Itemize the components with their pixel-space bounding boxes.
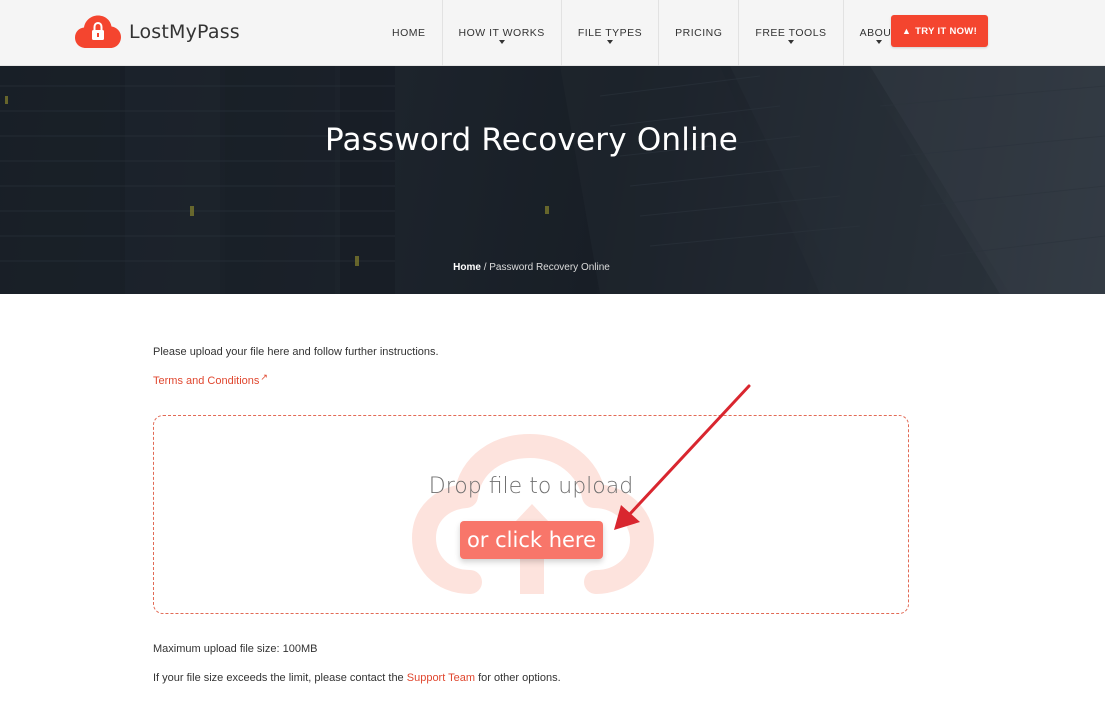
cloud-upload-icon	[412, 434, 654, 594]
page-title: Password Recovery Online	[324, 122, 739, 158]
nav-pricing-label: PRICING	[675, 27, 723, 39]
breadcrumb: Home / Password Recovery Online	[0, 262, 1063, 273]
external-link-icon: ↗	[260, 372, 268, 382]
breadcrumb-current: Password Recovery Online	[489, 262, 610, 273]
nav-pricing[interactable]: PRICING	[658, 0, 738, 66]
file-dropzone[interactable]: Drop file to upload or click here	[153, 415, 909, 614]
breadcrumb-separator: /	[480, 262, 490, 273]
terms-link[interactable]: Terms and Conditions↗	[153, 372, 268, 387]
nav-how-it-works[interactable]: HOW IT WORKS	[441, 0, 561, 66]
caret-down-icon	[606, 40, 613, 44]
click-here-button[interactable]: or click here	[460, 521, 603, 559]
max-upload-size: Maximum upload file size: 100MB	[153, 643, 318, 655]
lock-icon: ▲	[901, 26, 912, 36]
nav-file-types-label: FILE TYPES	[577, 27, 643, 39]
caret-down-icon	[498, 40, 505, 44]
try-it-now-label: TRY IT NOW!	[915, 25, 978, 37]
limit-prefix: If your file size exceeds the limit, ple…	[153, 672, 407, 684]
logo-link[interactable]: LostMyPass	[75, 14, 240, 50]
upload-instructions: Please upload your file here and follow …	[153, 346, 439, 358]
caret-down-icon	[875, 40, 882, 44]
terms-link-label: Terms and Conditions	[153, 375, 260, 387]
nav-home-label: HOME	[392, 27, 426, 39]
limit-suffix: for other options.	[475, 672, 561, 684]
brand-name: LostMyPass	[129, 21, 240, 43]
nav-file-types[interactable]: FILE TYPES	[560, 0, 658, 66]
site-header: LostMyPass HOME HOW IT WORKS FILE TYPES …	[0, 0, 1105, 66]
nav-free-tools-label: FREE TOOLS	[755, 27, 827, 39]
cloud-lock-icon	[75, 15, 121, 48]
hero-banner: Password Recovery Online Home / Password…	[0, 66, 1105, 294]
breadcrumb-home-link[interactable]: Home	[453, 262, 481, 273]
nav-home[interactable]: HOME	[376, 0, 442, 66]
size-limit-note: If your file size exceeds the limit, ple…	[153, 672, 561, 684]
main-nav: HOME HOW IT WORKS FILE TYPES PRICING FRE…	[376, 0, 914, 66]
support-team-link[interactable]: Support Team	[407, 672, 475, 684]
nav-how-it-works-label: HOW IT WORKS	[458, 27, 545, 39]
drop-file-title: Drop file to upload	[428, 474, 634, 499]
nav-free-tools[interactable]: FREE TOOLS	[738, 0, 842, 66]
server-rack-background	[0, 66, 1105, 294]
try-it-now-button[interactable]: ▲ TRY IT NOW!	[891, 15, 988, 47]
caret-down-icon	[787, 40, 794, 44]
